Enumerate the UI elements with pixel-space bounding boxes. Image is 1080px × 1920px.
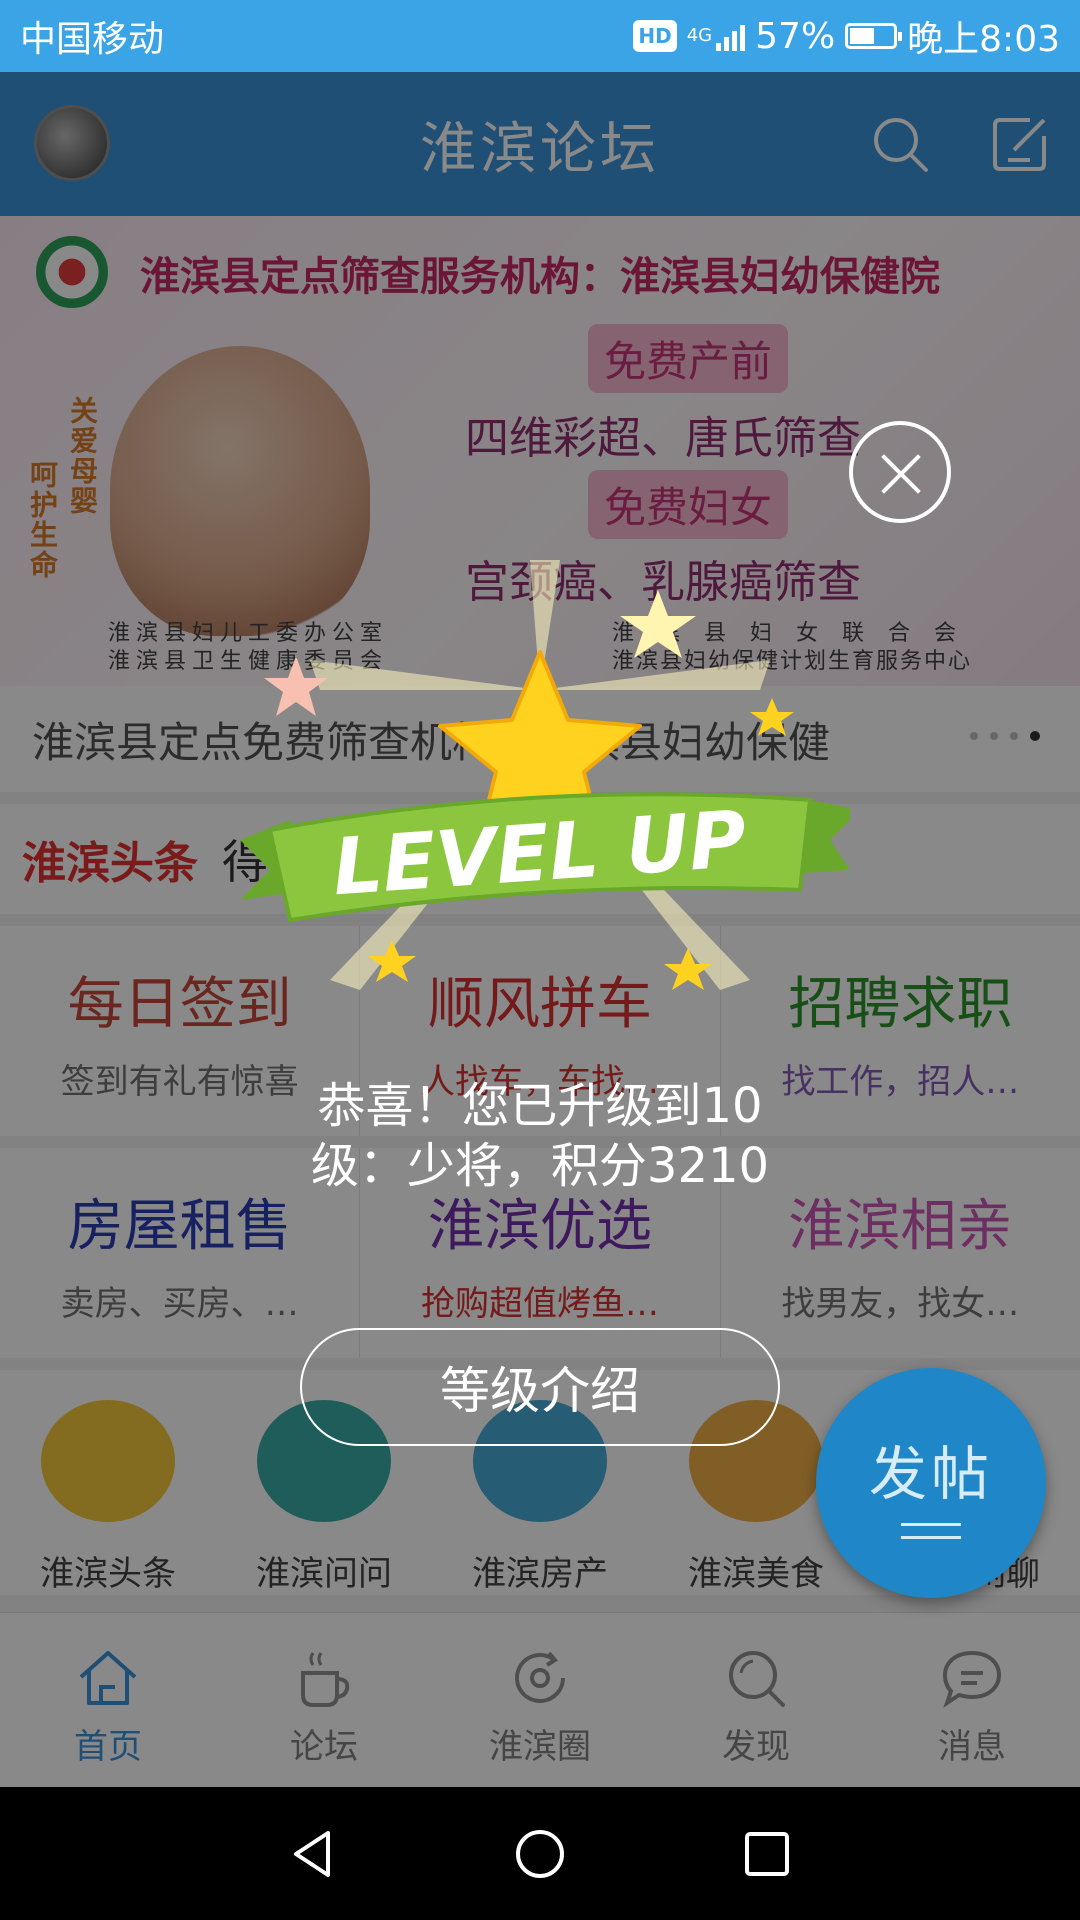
close-icon[interactable] bbox=[849, 421, 951, 523]
level-up-message: 恭喜！您已升级到10级：少将，积分3210 bbox=[310, 1078, 770, 1194]
post-button-label: 发帖 bbox=[868, 1440, 993, 1508]
battery-percent: 57% bbox=[755, 15, 836, 57]
network-label: 4G bbox=[686, 25, 713, 46]
battery-fill bbox=[850, 28, 875, 44]
status-bar: 中国移动 HD 4G 57% 晚上8:03 bbox=[0, 0, 1080, 72]
home-circle-icon[interactable] bbox=[505, 1819, 575, 1889]
post-button[interactable]: 发帖 bbox=[816, 1368, 1046, 1598]
system-nav-bar bbox=[0, 1787, 1080, 1920]
clock: 晚上8:03 bbox=[907, 19, 1060, 60]
hd-badge: HD bbox=[633, 20, 677, 52]
app-screen: 中国移动 HD 4G 57% 晚上8:03 淮滨论坛 淮滨县定点筛查服务机构：淮… bbox=[0, 0, 1080, 1920]
recents-icon[interactable] bbox=[732, 1819, 802, 1889]
carrier-label: 中国移动 bbox=[20, 19, 165, 60]
level-up-badge: LEVEL UP bbox=[240, 560, 850, 990]
level-intro-button[interactable]: 等级介绍 bbox=[300, 1328, 780, 1446]
battery-icon bbox=[845, 23, 903, 49]
menu-lines-icon bbox=[901, 1523, 961, 1539]
signal-icon bbox=[716, 21, 746, 51]
status-icons: HD 4G 57% 晚上8:03 bbox=[633, 10, 1060, 62]
back-icon[interactable] bbox=[278, 1819, 348, 1889]
